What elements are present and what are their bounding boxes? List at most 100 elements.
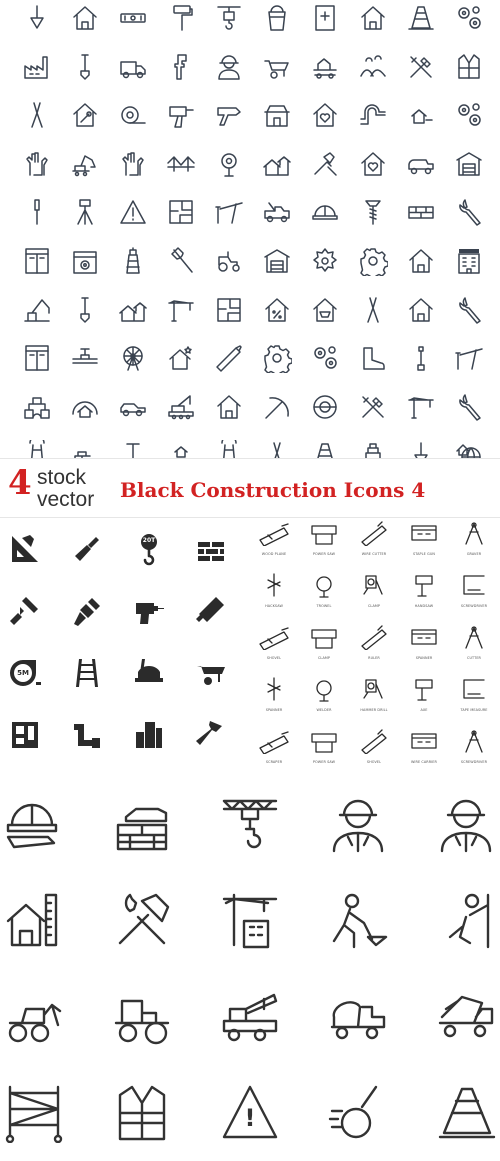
scaffolding-icon	[4, 1083, 64, 1143]
safety-vest-icon	[454, 52, 484, 82]
gloves-icon	[22, 149, 52, 179]
tow-truck-icon	[262, 197, 292, 227]
tool-icon-caption: HACKSAW	[265, 604, 283, 608]
tool-icon-caption: CUTTER	[466, 656, 482, 660]
box-gear-icon	[70, 246, 100, 276]
barrier-icon	[454, 343, 484, 373]
gear-icon	[358, 246, 388, 276]
house-ruler-pencil-icon	[4, 891, 64, 951]
saw-icon	[214, 343, 244, 373]
hammer-wrench-icon	[112, 891, 172, 951]
worker-climbing-icon	[436, 891, 496, 951]
tripod-icon	[70, 197, 100, 227]
house-percent-icon	[262, 295, 292, 325]
tool-icon	[454, 728, 494, 754]
warning-sign-icon	[118, 197, 148, 227]
crossed-tools-icon	[406, 52, 436, 82]
hand-bricks-icon	[112, 795, 172, 855]
tool-icon-caption: SPANNER	[415, 656, 433, 660]
tool-icon	[404, 520, 444, 546]
house-icon	[406, 246, 436, 276]
tool-icon-caption: HANDSAW	[414, 604, 434, 608]
excavator-icon	[70, 149, 100, 179]
paint-roller-icon	[166, 3, 196, 33]
tape-measure-icon: 5M	[8, 656, 42, 690]
traffic-cone-icon	[406, 3, 436, 33]
tool-icon	[354, 728, 394, 754]
shop-icon	[262, 100, 292, 130]
gloves-icon	[118, 149, 148, 179]
cement-mixer-icon	[328, 987, 388, 1047]
hammer-brush-icon	[310, 149, 340, 179]
tool-icon	[404, 624, 444, 650]
tool-icon-caption: WOOD PLANE	[261, 552, 287, 556]
warehouse-icon	[262, 246, 292, 276]
tool-icon	[254, 728, 294, 754]
crane-hook-icon: 20T	[132, 532, 166, 566]
title-banner: 4 stock vector Black Construction Icons …	[0, 458, 500, 518]
hammer-icon	[194, 718, 228, 752]
tool-icon-caption: AXE	[420, 708, 428, 712]
hand-saw-icon	[194, 594, 228, 628]
tool-icon	[354, 676, 394, 702]
spanner-icon	[406, 343, 436, 373]
house-cart-icon	[310, 52, 340, 82]
tool-icon	[254, 572, 294, 598]
tower-crane-icon	[406, 392, 436, 422]
tool-icon	[454, 624, 494, 650]
labeled-icon-panel: WOOD PLANE POWER SAW WIRE CUTTER STAPLE GUN…	[248, 518, 500, 780]
pipe-valve-icon	[70, 343, 100, 373]
shovel-icon	[132, 656, 166, 690]
tool-icon	[404, 572, 444, 598]
tool-icon	[304, 728, 344, 754]
gears-icon	[310, 343, 340, 373]
factory-icon	[22, 52, 52, 82]
car-icon	[118, 392, 148, 422]
window-icon	[22, 246, 52, 276]
crane-hook-icon	[214, 3, 244, 33]
page-title: Black Construction Icons 4	[120, 478, 426, 502]
worker-icon	[436, 795, 496, 855]
tool-icon	[454, 676, 494, 702]
tool-icon	[404, 728, 444, 754]
ladder-icon	[70, 656, 104, 690]
trowel-icon	[22, 3, 52, 33]
tool-icon	[454, 572, 494, 598]
tool-icon-caption: CLAMP	[367, 604, 381, 608]
truck-icon	[118, 52, 148, 82]
trowel-icon	[70, 532, 104, 566]
house-basket-icon	[310, 295, 340, 325]
warning-triangle-icon: !	[220, 1083, 280, 1143]
first-aid-door-icon	[310, 3, 340, 33]
tool-icon-caption: CLAMP	[317, 656, 331, 660]
tool-icon	[254, 676, 294, 702]
tool-icon-caption: TAPE MEASURE	[460, 708, 488, 712]
pipe-icon	[70, 718, 104, 752]
boot-icon	[358, 343, 388, 373]
tool-icon-caption: RULER	[368, 656, 380, 660]
axe-icon	[166, 246, 196, 276]
crane-truck-icon	[220, 987, 280, 1047]
worker-shoveling-icon	[328, 891, 388, 951]
logo-text-line2: vector	[37, 488, 95, 511]
bridge-icon	[166, 149, 196, 179]
house-icon	[406, 295, 436, 325]
hotel-icon	[454, 246, 484, 276]
gear-icon	[262, 343, 292, 373]
house-star-icon	[166, 343, 196, 373]
houses-icon	[118, 295, 148, 325]
worker-icon	[328, 795, 388, 855]
logo-text-line1: stock	[37, 466, 87, 489]
tool-icon-caption: SPANNER	[265, 708, 283, 712]
helmet-icon	[310, 197, 340, 227]
wheelbarrow-icon	[194, 656, 228, 690]
warning-exclamation: !	[244, 1104, 256, 1132]
house-icon	[358, 3, 388, 33]
tool-icon-caption: HAMMER DRILL	[360, 708, 388, 712]
tool-icon	[354, 624, 394, 650]
house-heart-icon	[310, 100, 340, 130]
tool-icon-caption: POWER SAW	[312, 760, 336, 764]
tool-icon	[354, 520, 394, 546]
tool-icon	[354, 572, 394, 598]
lighthouse-icon	[118, 246, 148, 276]
